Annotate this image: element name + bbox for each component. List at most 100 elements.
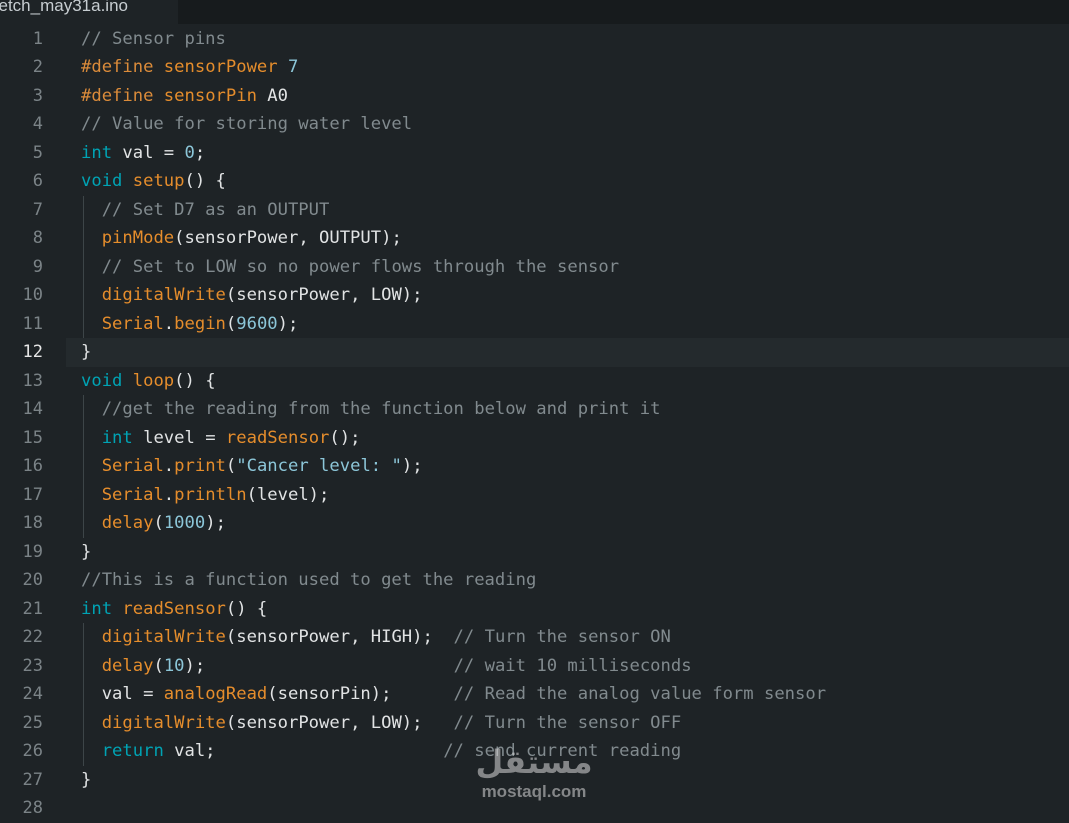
code-line[interactable]: 15 int level = readSensor(); xyxy=(23,424,1069,453)
code-line[interactable]: 24 val = analogRead(sensorPin); // Read … xyxy=(23,680,1069,709)
code-text: void setup() { xyxy=(81,167,226,196)
code-text: Serial.begin(9600); xyxy=(81,310,299,339)
line-number: 4 xyxy=(32,114,43,134)
code-line[interactable]: 22 digitalWrite(sensorPower, HIGH); // T… xyxy=(23,623,1069,652)
code-token: 9600 xyxy=(236,313,278,334)
line-number: 14 xyxy=(22,399,43,419)
code-token: (sensorPower, LOW); xyxy=(225,712,454,733)
code-line[interactable]: 21 int readSensor() { xyxy=(23,595,1069,624)
code-line[interactable]: 12} xyxy=(23,338,1069,367)
code-token: digitalWrite xyxy=(101,627,226,647)
code-token: ( xyxy=(153,655,164,676)
code-token: A0 xyxy=(267,85,288,106)
code-text: } xyxy=(81,538,91,567)
code-line[interactable]: 9 // Set to LOW so no power flows throug… xyxy=(33,253,1069,282)
code-token: "Cancer level: " xyxy=(236,456,402,476)
code-text: digitalWrite(sensorPower, LOW); xyxy=(81,281,423,310)
code-token: 10 xyxy=(163,655,185,676)
code-token: () { xyxy=(184,171,226,191)
code-line[interactable]: 25 digitalWrite(sensorPower, LOW); // Tu… xyxy=(23,709,1069,738)
code-token: } xyxy=(81,541,92,562)
line-number: 6 xyxy=(32,171,43,191)
code-token: readSensor xyxy=(225,427,330,448)
code-line[interactable]: 1 // Sensor pins xyxy=(33,25,1069,54)
code-token: readSensor xyxy=(122,598,226,619)
code-area[interactable]: 1 // Sensor pins 2 #define sensorPower 7 3 #d… xyxy=(23,24,1069,820)
code-token: () { xyxy=(174,370,216,391)
code-text: delay(10); // wait 10 milliseconds xyxy=(81,652,692,681)
code-text: digitalWrite(sensorPower, LOW); // Turn … xyxy=(81,709,682,738)
code-token: ); xyxy=(401,456,423,476)
code-line[interactable]: 5 int val = 0; xyxy=(33,139,1069,168)
code-line[interactable]: 10 digitalWrite(sensorPower, LOW); xyxy=(23,281,1069,310)
code-line[interactable]: 11 Serial.begin(9600); xyxy=(23,310,1069,339)
code-text: // Value for storing water level xyxy=(81,110,412,139)
line-number: 5 xyxy=(32,142,43,163)
code-token: begin xyxy=(174,313,226,334)
code-text: val = analogRead(sensorPin); // Read the… xyxy=(81,680,826,709)
code-token: //get the reading from the function belo… xyxy=(101,399,661,419)
line-number: 3 xyxy=(32,85,43,106)
code-token: val = xyxy=(122,142,185,163)
line-number: 26 xyxy=(22,741,43,761)
code-line[interactable]: 8 pinMode(sensorPower, OUTPUT); xyxy=(33,224,1069,253)
code-token: Serial xyxy=(101,313,164,334)
code-token: setup xyxy=(132,171,185,191)
code-line[interactable]: 14 //get the reading from the function b… xyxy=(23,395,1069,424)
line-number: 22 xyxy=(22,627,43,647)
line-number: 11 xyxy=(22,313,43,334)
code-editor[interactable]: 1 // Sensor pins 2 #define sensorPower 7 3 #d… xyxy=(0,24,1069,820)
code-text: delay(1000); xyxy=(81,509,226,538)
code-token: int xyxy=(81,142,123,163)
tab-sketch-file[interactable]: ketch_may31a.ino xyxy=(0,0,178,24)
code-text: //This is a function used to get the rea… xyxy=(81,566,536,595)
code-token: void xyxy=(81,171,133,191)
code-line[interactable]: 7 // Set D7 as an OUTPUT xyxy=(33,196,1069,225)
code-line[interactable]: 13 void loop() { xyxy=(23,367,1069,396)
code-token: ( xyxy=(225,456,237,476)
code-token: ); xyxy=(184,655,454,676)
code-token: // Turn the sensor ON xyxy=(453,627,671,647)
code-token: // Set to LOW so no power flows through … xyxy=(101,256,620,277)
code-token: digitalWrite xyxy=(101,285,226,305)
code-text: int readSensor() { xyxy=(81,595,267,624)
code-token: . xyxy=(163,484,175,505)
code-token: ( xyxy=(225,313,237,334)
code-token: // Set D7 as an OUTPUT xyxy=(101,199,330,220)
code-token: int xyxy=(81,598,123,619)
line-number: 19 xyxy=(22,541,43,562)
code-token: #define xyxy=(81,57,164,77)
code-line[interactable]: 6 void setup() { xyxy=(33,167,1069,196)
code-token: delay xyxy=(101,513,154,533)
code-token: Serial xyxy=(101,456,164,476)
code-line[interactable]: 3 #define sensorPin A0 xyxy=(33,82,1069,111)
code-line[interactable]: 19} xyxy=(23,538,1069,567)
code-token: // Read the analog value form sensor xyxy=(453,684,827,704)
code-line[interactable]: 18 delay(1000); xyxy=(23,509,1069,538)
line-number: 2 xyxy=(32,57,43,77)
code-token: . xyxy=(163,313,175,334)
line-number: 27 xyxy=(22,769,43,790)
code-line[interactable]: 2 #define sensorPower 7 xyxy=(33,53,1069,82)
code-token: Serial xyxy=(101,484,164,505)
code-line[interactable]: 4 // Value for storing water level xyxy=(33,110,1069,139)
code-token: (sensorPower, LOW); xyxy=(225,285,423,305)
code-token: delay xyxy=(101,655,154,676)
code-line[interactable]: 17 Serial.println(level); xyxy=(23,481,1069,510)
code-token: 0 xyxy=(184,142,195,163)
code-text: int val = 0; xyxy=(81,139,205,168)
code-token: (level); xyxy=(246,484,330,505)
watermark-arabic-logo: مستقل xyxy=(475,743,593,781)
code-line[interactable]: 23 delay(10); // wait 10 milliseconds xyxy=(23,652,1069,681)
code-token: sensorPower xyxy=(163,57,288,77)
line-number: 1 xyxy=(32,28,43,49)
code-line[interactable]: 16 Serial.print("Cancer level: "); xyxy=(23,452,1069,481)
code-text: Serial.print("Cancer level: "); xyxy=(81,452,423,481)
code-line[interactable]: 20 //This is a function used to get the r… xyxy=(23,566,1069,595)
